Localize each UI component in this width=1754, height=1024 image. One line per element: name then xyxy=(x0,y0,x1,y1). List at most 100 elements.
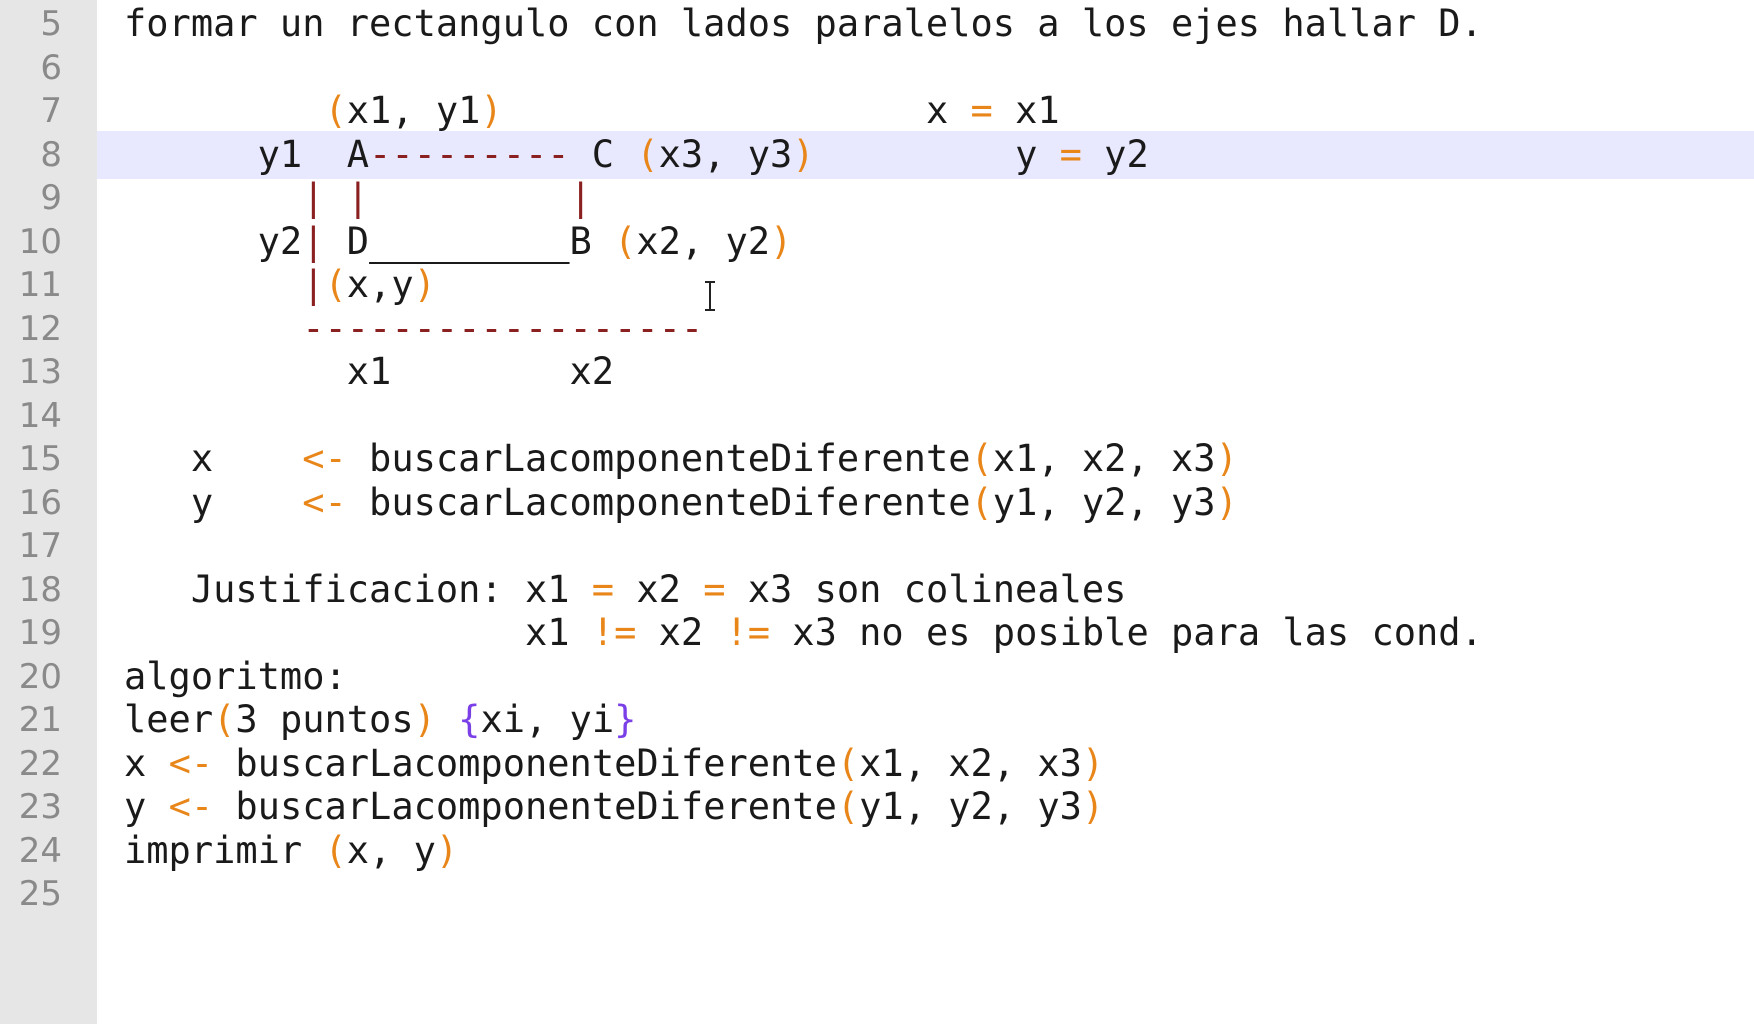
line-number: 12 xyxy=(18,308,62,349)
code-text: x <- buscarLacomponenteDiferente(x1, x2,… xyxy=(124,435,1238,484)
code-line-22[interactable]: x <- buscarLacomponenteDiferente(x1, x2,… xyxy=(97,740,1754,789)
line-number: 6 xyxy=(40,47,62,88)
point-b-coords: x2, y2 xyxy=(636,219,771,263)
line-number-gutter: 5 6 7 8 9 10 11 12 13 14 15 16 17 18 19 … xyxy=(0,0,97,1024)
equals-operator: = xyxy=(970,89,993,132)
code-line-14[interactable] xyxy=(97,392,1754,441)
code-line-21[interactable]: leer(3 puntos) {xi, yi} xyxy=(97,696,1754,745)
code-text: x1 x2 xyxy=(124,350,615,393)
justification-text: x3 son colineales xyxy=(725,567,1127,611)
code-line-17[interactable] xyxy=(97,522,1754,571)
pipe: | xyxy=(302,263,325,306)
code-text: y2| D B (x2, y2) xyxy=(124,218,793,267)
brace: { xyxy=(458,698,481,741)
code-line-24[interactable]: imprimir (x, y) xyxy=(97,827,1754,876)
code-line-11[interactable]: |(x,y) xyxy=(97,261,1754,310)
code-line-6[interactable] xyxy=(97,44,1754,93)
paren: ( xyxy=(324,828,347,872)
code-line-9[interactable]: | | | xyxy=(97,174,1754,223)
code-text: | | | xyxy=(124,174,592,223)
code-line-7[interactable]: (x1, y1) x = x1 xyxy=(97,87,1754,136)
paren: ) xyxy=(770,219,793,263)
line-number: 20 xyxy=(18,656,62,697)
code-line-23[interactable]: y <- buscarLacomponenteDiferente(y1, y2,… xyxy=(97,783,1754,832)
code-line-19[interactable]: x1 != x2 != x3 no es posible para las co… xyxy=(97,609,1754,658)
function-args: y1, y2, y3 xyxy=(859,785,1082,828)
keyword-imprimir: imprimir xyxy=(124,828,325,872)
paren: ) xyxy=(413,698,436,741)
label-y2: y2 xyxy=(124,219,303,263)
paren: ( xyxy=(836,741,860,785)
justification-text: Justificacion: x1 xyxy=(124,567,592,611)
assign-arrow: <- xyxy=(168,741,214,785)
function-args: y1, y2, y3 xyxy=(992,480,1216,524)
brace: } xyxy=(614,698,637,741)
code-line-5[interactable]: formar un rectangulo con lados paralelos… xyxy=(97,0,1754,49)
code-text: x1 != x2 != x3 no es posible para las co… xyxy=(124,609,1483,658)
var-y: y xyxy=(124,480,303,524)
keyword-leer: leer xyxy=(124,698,214,741)
line-number: 23 xyxy=(18,787,62,827)
code-line-12[interactable]: ------------------ xyxy=(97,305,1754,354)
line-number: 9 xyxy=(40,178,62,218)
code-text: leer(3 puntos) {xi, yi} xyxy=(124,696,636,745)
point-c-coords: x3, y3 xyxy=(658,132,793,176)
code-line-13[interactable]: x1 x2 xyxy=(97,348,1754,397)
code-text: formar un rectangulo con lados paralelos… xyxy=(124,2,1483,45)
line-number: 5 xyxy=(40,4,62,44)
assign-arrow: <- xyxy=(168,785,214,828)
line-number: 14 xyxy=(18,395,62,436)
paren: ( xyxy=(836,785,860,828)
leer-args: 3 puntos xyxy=(235,698,414,741)
code-line-10[interactable]: y2| D B (x2, y2) xyxy=(97,218,1754,267)
assign-arrow: <- xyxy=(302,480,347,524)
equals-operator: = xyxy=(703,567,726,611)
justification-text: x2 xyxy=(636,611,726,654)
pipe: | xyxy=(302,176,325,219)
line-number: 17 xyxy=(18,526,62,566)
code-text: algoritmo: xyxy=(124,654,347,698)
not-equals-operator: != xyxy=(591,611,637,654)
code-editor[interactable]: 5 6 7 8 9 10 11 12 13 14 15 16 17 18 19 … xyxy=(0,0,1754,1024)
var-x: x xyxy=(124,437,303,480)
code-line-18[interactable]: Justificacion: x1 = x2 = x3 son colineal… xyxy=(97,566,1754,615)
code-text: ------------------ xyxy=(124,305,703,354)
point-a-coords: x1, y1 xyxy=(346,89,481,132)
underline-segment xyxy=(369,220,569,263)
line-number: 11 xyxy=(18,265,62,305)
dash-line: ------------------ xyxy=(302,306,704,350)
code-text-area[interactable]: formar un rectangulo con lados paralelos… xyxy=(97,0,1754,1024)
function-args: x1, x2, x3 xyxy=(859,741,1082,785)
text-cursor-icon xyxy=(705,281,715,311)
code-line-15[interactable]: x <- buscarLacomponenteDiferente(x1, x2,… xyxy=(97,435,1754,484)
paren: ) xyxy=(1081,741,1105,785)
paren: ) xyxy=(480,89,503,132)
label-b: B xyxy=(569,219,615,263)
code-line-20[interactable]: algoritmo: xyxy=(97,653,1754,702)
paren: ) xyxy=(792,132,815,176)
line-number: 16 xyxy=(18,482,62,523)
paren: ) xyxy=(435,828,459,872)
line-number: 10 xyxy=(18,221,62,262)
line-number: 25 xyxy=(18,874,62,914)
pipe: | xyxy=(569,176,592,219)
code-line-8-active[interactable]: y1 A--------- C (x3, y3) y = y2 xyxy=(97,130,1754,179)
code-line-16[interactable]: y <- buscarLacomponenteDiferente(y1, y2,… xyxy=(97,479,1754,528)
code-text: imprimir (x, y) xyxy=(124,827,458,876)
line-number: 22 xyxy=(18,743,62,784)
justification-text: x1 xyxy=(124,611,592,654)
function-name: buscarLacomponenteDiferente xyxy=(213,785,837,828)
equals-operator: = xyxy=(1059,132,1082,176)
line-number: 21 xyxy=(18,700,62,740)
code-text: x <- buscarLacomponenteDiferente(x1, x2,… xyxy=(124,740,1104,789)
function-name: buscarLacomponenteDiferente xyxy=(213,741,837,785)
paren: ) xyxy=(1215,437,1238,480)
paren: ( xyxy=(636,132,659,176)
code-line-25[interactable] xyxy=(97,870,1754,919)
label-c: C xyxy=(569,132,637,176)
paren: ( xyxy=(970,437,993,480)
